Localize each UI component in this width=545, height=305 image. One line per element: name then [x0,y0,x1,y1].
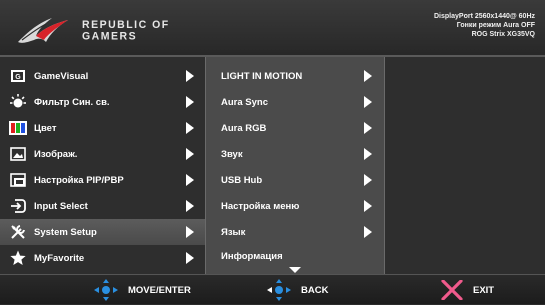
menu-item-label: Изображ. [34,148,78,160]
menu-item-myfavorite[interactable]: MyFavorite [0,245,205,271]
status-info: DisplayPort 2560x1440@ 60Hz Гонки режим … [434,12,535,39]
menu-item-system-setup[interactable]: System Setup [0,219,205,245]
submenu-item-label: LIGHT IN MOTION [221,70,303,82]
menu-item-label: MyFavorite [34,252,85,264]
submenu-item-label: Aura Sync [221,96,268,108]
chevron-right-icon [364,96,372,108]
submenu-item-sound[interactable]: Звук [206,141,384,167]
menu-item-color[interactable]: Цвет [0,115,205,141]
blue-light-filter-icon [4,94,32,110]
main-menu: G GameVisual Фильтр Син. св. Цвет Изобра… [0,57,205,274]
submenu-item-aura-rgb[interactable]: Aura RGB [206,115,384,141]
menu-item-label: Input Select [34,200,88,212]
submenu-item-language[interactable]: Язык [206,219,384,245]
back-hint: BACK [267,275,328,305]
chevron-right-icon [186,226,194,238]
menu-item-label: GameVisual [34,70,89,82]
chevron-right-icon [364,174,372,186]
submenu-item-label: Настройка меню [221,200,300,212]
menu-item-label: Цвет [34,122,57,134]
menu-item-label: Настройка PIP/PBP [34,174,124,186]
submenu-item-light-in-motion[interactable]: LIGHT IN MOTION [206,63,384,89]
chevron-right-icon [186,200,194,212]
rog-logo-icon [18,18,68,43]
star-icon [4,250,32,266]
brand-wordmark: REPUBLIC OF GAMERS [82,19,170,42]
chevron-right-icon [364,70,372,82]
osd-footer: MOVE/ENTER BACK EXIT [0,274,545,304]
input-select-icon [4,199,32,213]
status-line-input: DisplayPort 2560x1440@ 60Hz [434,13,535,20]
gamevisual-icon: G [4,69,32,83]
chevron-right-icon [186,148,194,160]
menu-item-label: System Setup [34,226,97,238]
chevron-right-icon [186,174,194,186]
menu-item-image[interactable]: Изображ. [0,141,205,167]
submenu-item-menu-settings[interactable]: Настройка меню [206,193,384,219]
scroll-down-icon[interactable] [289,267,301,273]
move-enter-label: MOVE/ENTER [128,284,191,296]
submenu-item-label: Звук [221,148,243,160]
color-icon [4,121,32,135]
chevron-right-icon [364,148,372,160]
joystick-move-icon [94,279,118,301]
chevron-right-icon [186,122,194,134]
submenu-system-setup: LIGHT IN MOTION Aura Sync Aura RGB Звук … [205,57,385,274]
submenu-item-usb-hub[interactable]: USB Hub [206,167,384,193]
pip-pbp-icon [4,173,32,187]
menu-item-gamevisual[interactable]: G GameVisual [0,63,205,89]
svg-text:G: G [15,74,21,81]
submenu-item-aura-sync[interactable]: Aura Sync [206,89,384,115]
status-line-model: ROG Strix XG35VQ [471,31,535,38]
image-icon [4,147,32,161]
menu-item-blue-light-filter[interactable]: Фильтр Син. св. [0,89,205,115]
joystick-back-icon [267,279,291,301]
chevron-right-icon [364,200,372,212]
submenu-item-label: USB Hub [221,174,263,186]
chevron-right-icon [364,226,372,238]
submenu-item-label: Язык [221,226,246,238]
brand-line2: GAMERS [82,29,138,43]
status-line-mode: Гонки режим Aura OFF [456,22,535,29]
chevron-right-icon [186,252,194,264]
submenu-item-information[interactable]: Информация [206,245,384,267]
chevron-right-icon [186,96,194,108]
menu-item-input-select[interactable]: Input Select [0,193,205,219]
system-setup-icon [4,224,32,240]
back-label: BACK [301,284,329,296]
exit-hint: EXIT [441,275,494,305]
menu-item-label: Фильтр Син. св. [34,96,110,108]
exit-label: EXIT [473,284,495,296]
submenu-item-label: Информация [221,250,283,262]
submenu-item-label: Aura RGB [221,122,267,134]
detail-panel [385,57,545,274]
close-icon [441,280,463,300]
chevron-right-icon [364,122,372,134]
menu-item-pip-pbp[interactable]: Настройка PIP/PBP [0,167,205,193]
move-enter-hint: MOVE/ENTER [94,275,191,305]
chevron-right-icon [186,70,194,82]
